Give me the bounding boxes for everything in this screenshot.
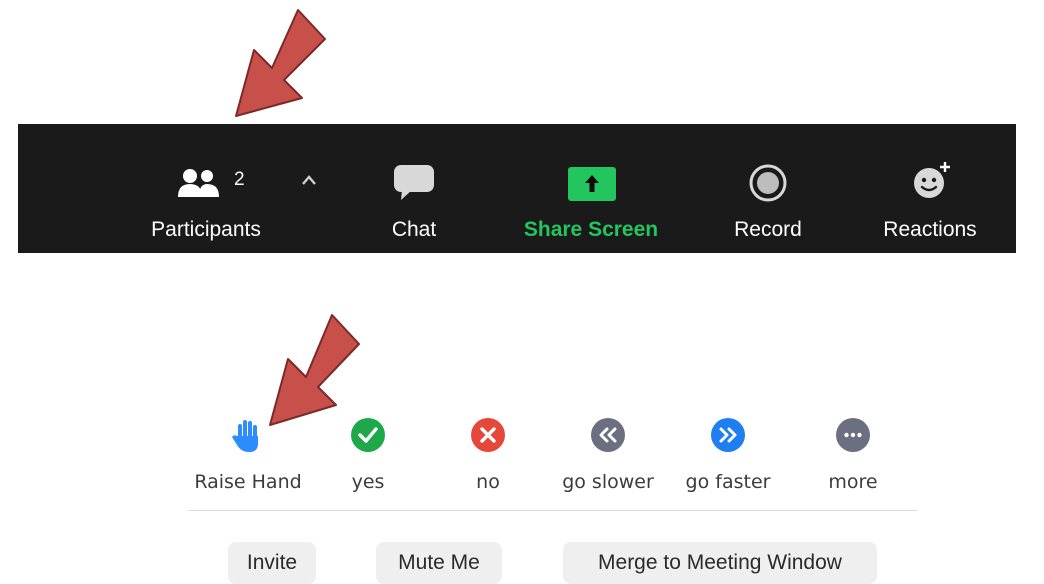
raise-hand-icon — [232, 420, 258, 452]
record-icon — [749, 164, 787, 202]
chat-button[interactable]: Chat — [364, 124, 464, 253]
merge-to-meeting-window-button[interactable]: Merge to Meeting Window — [563, 542, 877, 584]
raise-hand-label: Raise Hand — [194, 471, 302, 493]
record-button[interactable]: Record — [718, 124, 818, 253]
share-screen-icon — [568, 167, 616, 201]
meeting-toolbar: 2 Participants Chat Share Screen Record — [18, 124, 1016, 253]
participants-count: 2 — [234, 169, 245, 190]
arrow-annotation-icon — [269, 314, 360, 426]
rewind-icon — [591, 418, 625, 452]
more-icon — [836, 418, 870, 452]
invite-button[interactable]: Invite — [228, 542, 316, 584]
fast-forward-icon — [711, 418, 745, 452]
record-label: Record — [734, 218, 802, 241]
more-label: more — [828, 471, 878, 493]
divider — [188, 510, 917, 511]
check-icon — [351, 418, 385, 452]
reactions-button[interactable]: Reactions — [868, 124, 992, 253]
share-screen-button[interactable]: Share Screen — [511, 124, 671, 253]
chat-icon — [394, 165, 434, 200]
chevron-up-icon[interactable] — [301, 170, 317, 191]
reactions-icon — [914, 162, 950, 198]
participants-label: Participants — [151, 218, 261, 241]
chat-label: Chat — [391, 218, 437, 241]
go-faster-label: go faster — [685, 471, 771, 493]
mute-me-button[interactable]: Mute Me — [376, 542, 502, 584]
go-slower-label: go slower — [562, 471, 654, 493]
close-icon — [471, 418, 505, 452]
yes-label: yes — [351, 471, 385, 493]
arrow-annotation-icon — [235, 9, 326, 117]
reactions-label: Reactions — [883, 218, 977, 241]
share-screen-label: Share Screen — [523, 218, 659, 241]
participants-icon — [178, 169, 219, 197]
participants-button[interactable]: 2 Participants — [136, 124, 276, 253]
no-label: no — [476, 471, 500, 493]
